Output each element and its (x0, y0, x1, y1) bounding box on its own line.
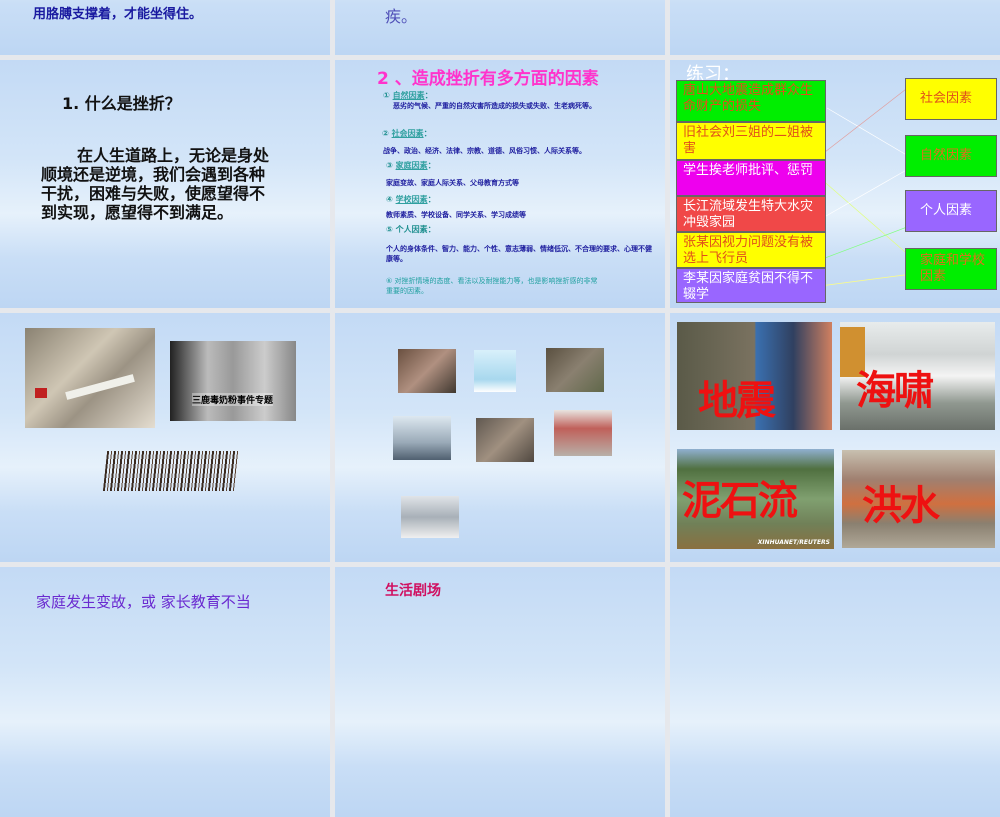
slide-exercise[interactable]: 练习： 唐山大地震造成群众生命财产的损失 旧社会刘三姐的二姐被害 学生挨老师批评、惩… (670, 60, 1000, 308)
item-desc: 战争、政治、经济、法律、宗教、道德、风俗习惯、人际关系等。 (383, 147, 586, 155)
exercise-category[interactable]: 家庭和学校因素 (905, 248, 997, 290)
slide-thumbnail[interactable]: 疾。 (335, 0, 665, 55)
item-number: ⑤ (386, 225, 393, 234)
exercise-category[interactable]: 个人因素 (905, 190, 997, 232)
exercise-item[interactable]: 唐山大地震造成群众生命财产的损失 (676, 80, 826, 122)
slide-what-is-frustration[interactable]: 1. 什么是挫折？ 在人生道路上，无论是身处顺境还是逆境，我们会遇到各种干扰，困… (0, 60, 330, 308)
photo (401, 496, 459, 538)
item-desc: 教师素质、学校设备、同学关系、学习成绩等 (386, 211, 526, 219)
slide-text: 疾。 (385, 7, 418, 26)
disaster-label: 泥石流 (682, 477, 798, 524)
item-number: ③ (386, 161, 393, 170)
item-desc: 家庭变故、家庭人际关系、父母教育方式等 (386, 179, 519, 187)
item-number: ① (383, 91, 390, 100)
disaster-label: 地震 (698, 377, 776, 424)
slide-title: 生活剧场 (385, 583, 441, 599)
item-heading: 家庭因素 (395, 161, 428, 170)
item-heading: 学校因素 (395, 195, 428, 204)
item-heading: 自然因素 (392, 91, 425, 100)
exercise-item[interactable]: 张某因视力问题没有被选上飞行员 (676, 232, 826, 268)
exercise-item[interactable]: 旧社会刘三姐的二姐被害 (676, 122, 826, 160)
slide-thumbnail[interactable]: 家庭发生变故，或 家长教育不当 (0, 567, 330, 817)
slide-title: 1. 什么是挫折？ (62, 94, 181, 113)
slide-disasters[interactable]: 地震 海啸 XINHUANET/REUTERS 泥石流 洪水 (670, 313, 1000, 562)
photo (476, 418, 534, 462)
item-desc: 恶劣的气候、严重的自然灾害所造成的损失或失败、生老病死等。 (393, 102, 596, 110)
item-desc-text: 对挫折情境的态度、看法以及耐挫能力等，也是影响挫折感的非常重要的因素。 (386, 277, 598, 295)
exercise-category[interactable]: 自然因素 (905, 135, 997, 177)
slide-disaster-photos[interactable] (335, 313, 665, 562)
rubble-photo (25, 328, 155, 428)
photo (554, 410, 612, 456)
slide-thumbnail[interactable] (670, 567, 1000, 817)
slide-thumbnail[interactable]: 用胳膊支撑着，才能坐得住。 (0, 0, 330, 55)
item-heading: 社会因素 (391, 129, 424, 138)
photo-caption: 三鹿毒奶粉事件专题 (192, 393, 274, 406)
slide-body: 在人生道路上，无论是身处顺境还是逆境，我们会遇到各种干扰，困难与失败，使愿望得不… (41, 146, 270, 222)
item-number: ④ (386, 195, 393, 204)
slide-thumbnail[interactable] (670, 0, 1000, 55)
photo-credit: XINHUANET/REUTERS (757, 539, 830, 546)
item-desc: ⑥ 对挫折情境的态度、看法以及耐挫能力等，也是影响挫折感的非常重要的因素。 (386, 276, 601, 296)
photo (546, 348, 604, 392)
slide-factors[interactable]: 2 、造成挫折有多方面的因素 ① 自然因素： 恶劣的气候、严重的自然灾害所造成的… (335, 60, 665, 308)
photo (398, 349, 456, 393)
wordart-graphic (102, 451, 240, 491)
slide-title: 2 、造成挫折有多方面的因素 (377, 69, 599, 89)
item-desc: 个人的身体条件、智力、能力、个性、意志薄弱、情绪低沉、不合理的要求、心理不健康等… (386, 245, 652, 263)
item-heading: 个人因素 (395, 225, 428, 234)
slide-events[interactable]: 三鹿毒奶粉事件专题 (0, 313, 330, 562)
photo (474, 350, 516, 392)
baby-photo: 三鹿毒奶粉事件专题 (170, 341, 296, 421)
disaster-label: 海啸 (856, 367, 934, 414)
slide-text: 家庭发生变故，或 家长教育不当 (36, 593, 251, 611)
photo (393, 416, 451, 460)
exercise-item[interactable]: 长江流域发生特大水灾冲毁家园 (676, 196, 826, 232)
exercise-category[interactable]: 社会因素 (905, 78, 997, 120)
slide-text: 用胳膊支撑着，才能坐得住。 (33, 7, 203, 22)
item-number: ⑥ (386, 277, 393, 285)
exercise-item[interactable]: 学生挨老师批评、惩罚 (676, 160, 826, 196)
exercise-item[interactable]: 李某因家庭贫困不得不辍学 (676, 268, 826, 303)
disaster-label: 洪水 (862, 482, 940, 529)
item-number: ② (382, 129, 389, 138)
slide-thumbnail[interactable]: 生活剧场 (335, 567, 665, 817)
